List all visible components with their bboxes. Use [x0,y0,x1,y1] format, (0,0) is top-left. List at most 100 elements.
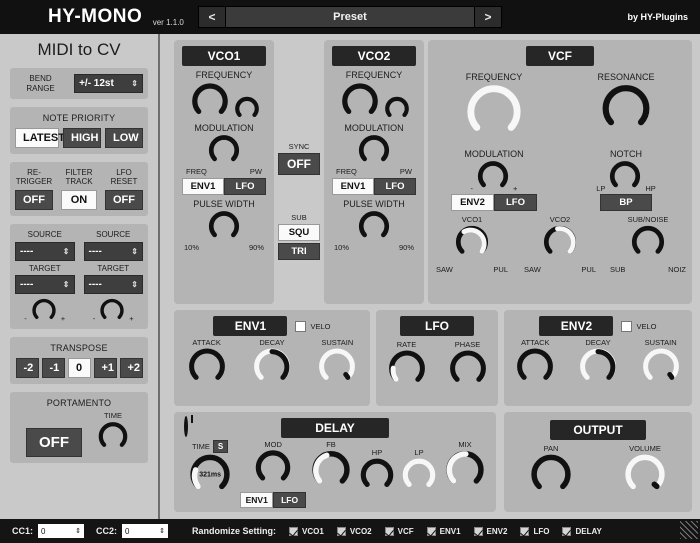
delay-sync-toggle[interactable]: S [212,440,229,453]
vcf-mix-subnoise-knob[interactable] [627,224,669,260]
delay-hp-knob[interactable] [356,457,398,493]
retrigger-toggle[interactable]: OFF [15,190,53,211]
vco1-frequency-coarse-knob[interactable] [187,81,233,121]
transpose-minus-2[interactable]: -2 [15,357,39,378]
cc2-input[interactable]: 0 ⇕ [122,524,169,538]
vco2-mod-lfo-button[interactable]: LFO [374,178,416,195]
env2-velo-checkbox[interactable] [621,320,633,332]
transpose-plus-1[interactable]: +1 [93,357,117,378]
output-pan-label: PAN [543,444,559,453]
env2-sustain-knob[interactable] [637,347,685,387]
output-volume-knob[interactable] [619,453,671,497]
transpose-plus-2[interactable]: +2 [119,357,143,378]
env1-velo-checkbox[interactable] [295,320,307,332]
vcf-mix-vco2-knob[interactable] [539,224,581,260]
portamento-toggle[interactable]: OFF [26,427,82,457]
sub-tri-button[interactable]: TRI [278,243,320,260]
retrigger-label-1: RE- [27,168,41,177]
sync-label: SYNC [288,142,310,151]
checkbox-icon[interactable] [384,526,394,536]
env1-sustain-knob[interactable] [313,347,361,387]
vco1-pulse-width-knob[interactable] [204,209,244,243]
vco1-modulation-knob[interactable] [204,133,244,167]
env1-decay-knob[interactable] [248,347,296,387]
filter-track-toggle[interactable]: ON [61,190,97,211]
checkbox-icon[interactable] [289,526,299,536]
vco2-pulse-width-knob[interactable] [354,209,394,243]
randomize-vcf-label: VCF [397,526,414,536]
vcf-frequency-knob[interactable] [459,82,529,142]
lfo-rate-knob[interactable] [383,349,431,389]
delay-mod-env1-button[interactable]: ENV1 [240,492,274,508]
note-priority-latest[interactable]: LATEST [15,128,65,148]
vco2-modulation-knob[interactable] [354,133,394,167]
preset-next-button[interactable]: > [474,6,502,28]
filter-track-label-2: TRACK [65,177,93,187]
vco2-frequency-fine-knob[interactable] [383,95,411,121]
checkbox-icon[interactable] [336,526,346,536]
checkbox-icon[interactable] [520,526,530,536]
checkbox-icon[interactable] [426,526,436,536]
sync-toggle[interactable]: OFF [278,153,320,175]
matrix-1-target-select[interactable]: ---- ⇕ [15,274,75,294]
randomize-lfo-item[interactable]: LFO [520,526,549,536]
resize-grip-icon[interactable] [680,521,698,539]
delay-mix-knob[interactable] [440,449,490,491]
transpose-minus-1[interactable]: -1 [41,357,65,378]
note-priority-high[interactable]: HIGH [63,128,101,148]
vcf-resonance-knob[interactable] [596,82,656,135]
vco1-mod-pw-label: PW [249,167,262,176]
randomize-env1-item[interactable]: ENV1 [426,526,461,536]
randomize-vcf-item[interactable]: VCF [384,526,414,536]
randomize-vco1-item[interactable]: VCO1 [289,526,324,536]
vcf-mod-env2-button[interactable]: ENV2 [451,194,494,211]
matrix-2-amount-knob[interactable] [95,297,129,323]
vcf-mix-vco1-knob[interactable] [451,224,493,260]
matrix-2-target-select[interactable]: ---- ⇕ [83,274,143,294]
plugin-window: HY-MONO ver 1.1.0 < Preset > by HY-Plugi… [0,0,700,543]
bend-range-panel: BEND RANGE +/- 12st ⇕ [10,68,148,99]
matrix-2-source-select[interactable]: ---- ⇕ [83,241,143,261]
bend-range-select[interactable]: +/- 12st ⇕ [74,74,143,93]
stepper-arrows-icon: ⇕ [131,79,138,88]
portamento-time-knob[interactable] [94,420,132,452]
vco2-mod-env1-button[interactable]: ENV1 [332,178,374,195]
vco1-mod-lfo-button[interactable]: LFO [224,178,266,195]
cc1-input[interactable]: 0 ⇕ [38,524,85,538]
vcf-mod-lfo-button[interactable]: LFO [494,194,537,211]
output-pan-knob[interactable] [525,453,577,497]
vcf-resonance-label: RESONANCE [597,72,655,82]
delay-time-knob[interactable]: 321ms [184,453,236,497]
delay-lp-knob[interactable] [398,457,440,493]
title-bar: HY-MONO ver 1.1.0 < Preset > by HY-Plugi… [0,0,700,34]
randomize-delay-item[interactable]: DELAY [562,526,602,536]
vco2-frequency-coarse-knob[interactable] [337,81,383,121]
delay-power-button[interactable] [184,416,188,437]
matrix-1-source-select[interactable]: ---- ⇕ [15,241,75,261]
delay-fb-knob[interactable] [306,449,356,491]
delay-mod-knob[interactable] [251,449,295,487]
env2-decay-knob[interactable] [574,347,622,387]
lfo-reset-toggle[interactable]: OFF [105,190,143,211]
transpose-zero[interactable]: 0 [67,357,91,378]
matrix-1-amount-knob[interactable] [27,297,61,323]
vcf-mod-plus-label: + [513,184,518,193]
preset-name-display[interactable]: Preset [226,6,474,28]
env2-attack-knob[interactable] [511,347,559,387]
lfo-phase-knob[interactable] [444,349,492,389]
preset-prev-button[interactable]: < [198,6,226,28]
vcf-modulation-knob[interactable] [473,159,513,193]
vco1-mod-env1-button[interactable]: ENV1 [182,178,224,195]
randomize-vco2-item[interactable]: VCO2 [336,526,372,536]
note-priority-low[interactable]: LOW [105,128,143,148]
checkbox-icon[interactable] [562,526,572,536]
output-module: OUTPUT PAN VOLUME [504,412,692,512]
sub-squ-button[interactable]: SQU [278,224,320,241]
vcf-filter-mode-button[interactable]: BP [600,194,652,211]
randomize-env2-item[interactable]: ENV2 [473,526,507,536]
env1-attack-knob[interactable] [183,347,231,387]
vcf-notch-knob[interactable] [605,159,645,193]
checkbox-icon[interactable] [473,526,483,536]
delay-mod-lfo-button[interactable]: LFO [273,492,307,508]
vco1-frequency-fine-knob[interactable] [233,95,261,121]
